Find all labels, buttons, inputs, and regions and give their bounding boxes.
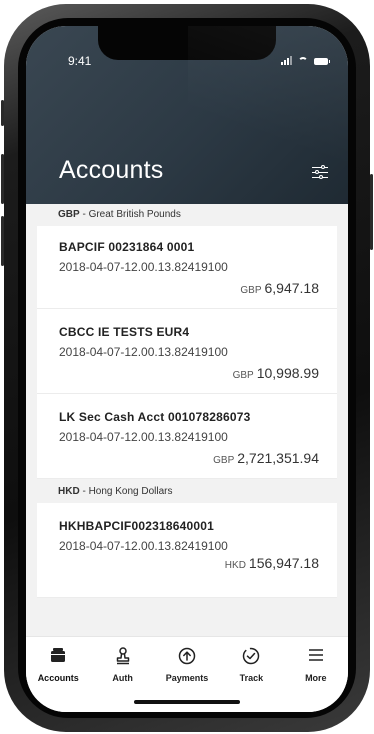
group-header-gbp: GBP - Great British Pounds	[26, 204, 348, 226]
account-date: 2018-04-07-12.00.13.82419100	[59, 539, 228, 553]
tab-accounts[interactable]: Accounts	[26, 637, 90, 712]
silent-switch	[1, 100, 4, 126]
screen: 9:41 Accounts GBP - Great British Pounds	[26, 26, 348, 712]
account-card[interactable]: HKHBAPCIF002318640001 2018-04-07-12.00.1…	[37, 503, 337, 598]
home-indicator	[134, 700, 240, 704]
battery-icon	[314, 58, 330, 65]
status-time: 9:41	[68, 54, 92, 68]
account-amount: 2,721,351.94	[237, 450, 319, 466]
group-code: GBP	[58, 209, 80, 220]
tab-more[interactable]: More	[284, 637, 348, 712]
account-card[interactable]: LK Sec Cash Acct 001078286073 2018-04-07…	[37, 394, 337, 479]
tab-label: Track	[239, 673, 264, 683]
accounts-list: GBP - Great British Pounds BAPCIF 002318…	[26, 204, 348, 636]
arrow-up-circle-icon	[178, 647, 196, 665]
page-title: Accounts	[59, 156, 164, 184]
account-date: 2018-04-07-12.00.13.82419100	[59, 430, 228, 444]
account-card[interactable]: CBCC IE TESTS EUR4 2018-04-07-12.00.13.8…	[37, 309, 337, 394]
check-circle-icon	[242, 647, 260, 665]
menu-icon	[308, 647, 324, 665]
account-balance: GBP 2,721,351.94	[59, 450, 337, 478]
power-button	[370, 174, 373, 250]
account-name: CBCC IE TESTS EUR4	[59, 325, 190, 339]
account-date: 2018-04-07-12.00.13.82419100	[59, 260, 228, 274]
volume-down-button	[1, 216, 4, 266]
signal-icon	[281, 56, 292, 65]
group-separator: -	[79, 209, 89, 220]
group-header-hkd: HKD - Hong Kong Dollars	[26, 481, 348, 503]
account-currency: HKD	[224, 560, 246, 571]
tab-label: Accounts	[37, 673, 79, 683]
account-balance: HKD 156,947.18	[59, 555, 337, 597]
notch	[98, 26, 276, 60]
wifi-icon	[298, 57, 308, 65]
account-amount: 6,947.18	[264, 280, 320, 296]
account-balance: GBP 6,947.18	[59, 280, 337, 308]
volume-up-button	[1, 154, 4, 204]
account-date: 2018-04-07-12.00.13.82419100	[59, 345, 228, 359]
account-currency: GBP	[232, 370, 254, 381]
wallet-icon	[50, 647, 66, 665]
filter-button[interactable]	[312, 164, 332, 182]
tab-label: More	[305, 673, 327, 683]
stamp-icon	[115, 647, 131, 665]
group-name: Hong Kong Dollars	[88, 486, 173, 497]
account-currency: GBP	[213, 455, 235, 466]
group-code: HKD	[58, 486, 80, 497]
account-balance: GBP 10,998.99	[59, 365, 337, 393]
group-name: Great British Pounds	[88, 209, 181, 220]
header: 9:41 Accounts	[26, 26, 348, 204]
tab-label: Auth	[112, 673, 133, 683]
group-separator: -	[79, 486, 89, 497]
tab-label: Payments	[165, 673, 209, 683]
account-currency: GBP	[240, 285, 262, 296]
account-name: LK Sec Cash Acct 001078286073	[59, 410, 251, 424]
account-card[interactable]: BAPCIF 00231864 0001 2018-04-07-12.00.13…	[37, 226, 337, 309]
account-name: HKHBAPCIF002318640001	[59, 519, 214, 533]
account-amount: 10,998.99	[256, 365, 319, 381]
status-icons	[281, 56, 330, 65]
account-name: BAPCIF 00231864 0001	[59, 240, 195, 254]
account-amount: 156,947.18	[248, 555, 319, 571]
